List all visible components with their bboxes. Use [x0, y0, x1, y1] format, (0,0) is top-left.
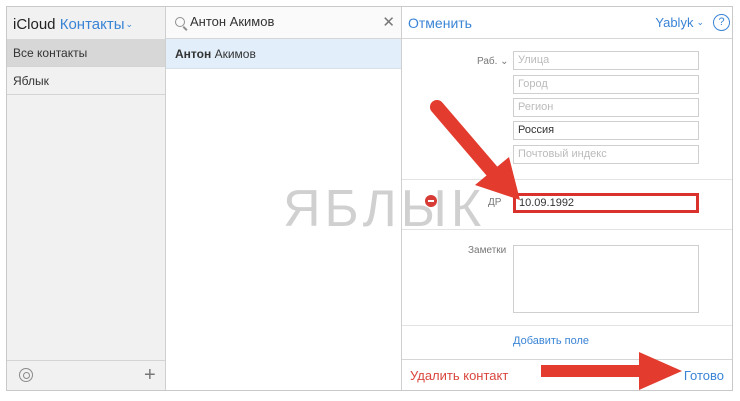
street-field[interactable]: Улица	[513, 51, 699, 70]
country-field[interactable]: Россия	[513, 121, 699, 140]
help-icon[interactable]: ?	[713, 14, 730, 31]
remove-field-icon[interactable]	[425, 195, 437, 207]
add-icon[interactable]: +	[144, 364, 156, 387]
divider	[402, 229, 732, 230]
notes-label: Заметки	[468, 245, 507, 256]
account-label: Yablyk	[655, 15, 694, 30]
divider	[402, 325, 732, 326]
address-type-label[interactable]: Раб. ⌄	[477, 56, 509, 67]
birthday-field[interactable]: 10.09.1992	[513, 193, 699, 213]
sidebar-footer: +	[7, 360, 165, 390]
region-field[interactable]: Регион	[513, 98, 699, 117]
notes-field[interactable]	[513, 245, 699, 313]
done-button[interactable]: Готово	[684, 368, 724, 383]
chevron-down-icon[interactable]: ⌄	[126, 19, 134, 29]
chevron-down-icon: ⌄	[696, 17, 704, 27]
search-icon	[175, 17, 185, 27]
add-field-link[interactable]: Добавить поле	[513, 335, 589, 347]
sidebar-item-yablyk[interactable]: Яблык	[7, 67, 165, 95]
contact-list: ✕ Антон Акимов	[166, 7, 402, 390]
zip-field[interactable]: Почтовый индекс	[513, 145, 699, 164]
divider	[402, 179, 732, 180]
list-item[interactable]: Антон Акимов	[166, 39, 401, 69]
contact-detail: Отменить Yablyk ⌄ ? Раб. ⌄ Улица Город Ре…	[402, 7, 732, 390]
section-menu[interactable]: Контакты	[60, 16, 125, 33]
detail-header: Отменить Yablyk ⌄ ?	[402, 7, 732, 39]
account-selector[interactable]: Yablyk ⌄	[655, 15, 704, 30]
search-input[interactable]	[190, 14, 370, 29]
contact-first-name: Антон	[175, 47, 212, 61]
gear-icon[interactable]	[19, 368, 33, 382]
detail-footer: Удалить контакт Готово	[402, 359, 732, 390]
city-field[interactable]: Город	[513, 75, 699, 94]
app-window: iCloud Контакты⌄ Все контакты Яблык + ✕ …	[6, 6, 733, 391]
sidebar-item-all-contacts[interactable]: Все контакты	[7, 39, 165, 67]
sidebar: iCloud Контакты⌄ Все контакты Яблык +	[7, 7, 166, 390]
birthday-label: ДР	[488, 197, 502, 208]
app-name: iCloud	[13, 16, 56, 33]
cancel-button[interactable]: Отменить	[408, 15, 472, 31]
delete-contact-button[interactable]: Удалить контакт	[410, 368, 508, 383]
contact-last-name: Акимов	[214, 47, 256, 61]
search-bar: ✕	[166, 7, 401, 39]
clear-icon[interactable]: ✕	[382, 13, 395, 31]
address-type-text: Раб.	[477, 56, 498, 67]
sidebar-header: iCloud Контакты⌄	[7, 7, 165, 39]
